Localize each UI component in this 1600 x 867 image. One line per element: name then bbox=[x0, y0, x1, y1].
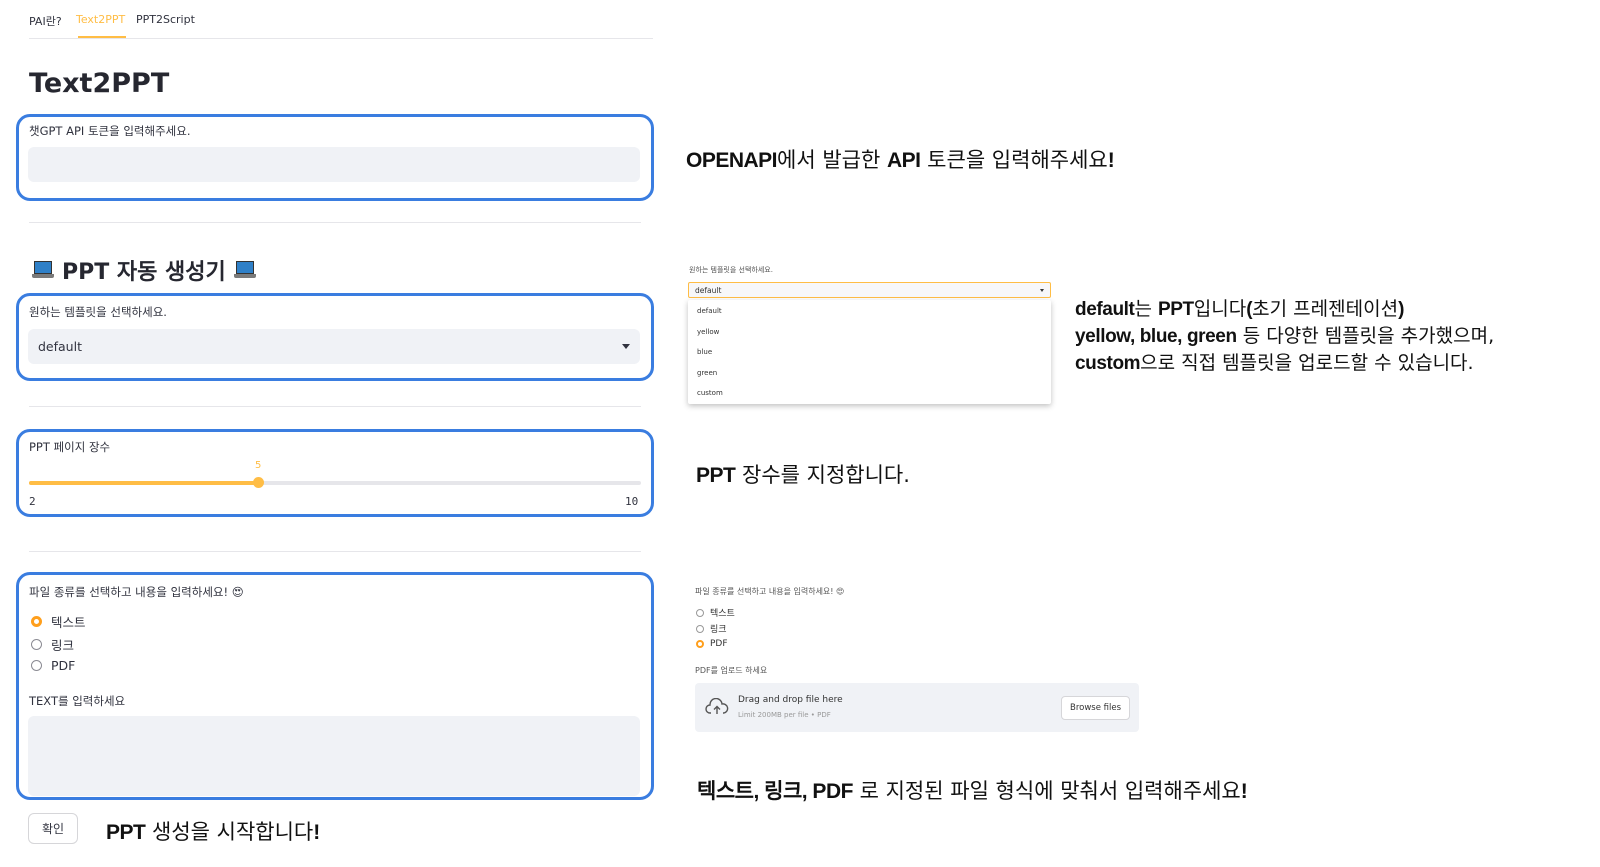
chevron-down-icon bbox=[1040, 288, 1044, 292]
preview-radio-option: PDF bbox=[696, 639, 728, 649]
preview-radio-option: 링크 bbox=[696, 622, 727, 635]
preview-drop-text: Drag and drop file here bbox=[738, 695, 843, 705]
preview-option: green bbox=[697, 369, 718, 377]
file-type-label: 파일 종류를 선택하고 내용을 입력하세요! 😍 bbox=[29, 585, 244, 599]
radio-option-pdf[interactable]: PDF bbox=[31, 658, 75, 673]
chevron-down-icon bbox=[622, 344, 630, 349]
preview-radio-option: 텍스트 bbox=[696, 606, 735, 619]
template-select-highlight: 원하는 템플릿을 선택하세요. default bbox=[16, 293, 654, 381]
subheader-text: PPT 자동 생성기 bbox=[62, 260, 226, 285]
template-selected-value: default bbox=[38, 339, 82, 354]
slider-max: 10 bbox=[625, 495, 639, 508]
radio-unselected-icon bbox=[696, 608, 704, 617]
page-title: Text2PPT bbox=[29, 68, 170, 99]
api-token-input[interactable] bbox=[28, 147, 640, 182]
submit-annotation: PPT 생성을 시작합니다! bbox=[106, 820, 320, 844]
radio-unselected-icon bbox=[31, 639, 42, 650]
radio-label: 링크 bbox=[51, 638, 75, 653]
token-annotation: OPENAPI에서 발급한 API 토큰을 입력해주세요! bbox=[686, 148, 1115, 172]
preview-limit-text: Limit 200MB per file • PDF bbox=[738, 711, 831, 719]
template-label: 원하는 템플릿을 선택하세요. bbox=[29, 305, 167, 319]
preview-dropdown-menu: default yellow blue green custom bbox=[688, 300, 1051, 404]
template-annotation: default는 PPT입니다(초기 프레젠테이션) yellow, blue,… bbox=[1075, 298, 1495, 374]
slider-handle[interactable] bbox=[253, 477, 264, 488]
pages-slider-highlight: PPT 페이지 장수 5 2 10 bbox=[16, 429, 654, 517]
tab-ppt2script[interactable]: PPT2Script bbox=[136, 13, 195, 26]
tab-pai[interactable]: PAI란? bbox=[29, 13, 62, 29]
cloud-upload-icon bbox=[705, 698, 729, 714]
api-token-highlight: 챗GPT API 토큰을 입력해주세요. bbox=[16, 114, 654, 201]
slider-value: 5 bbox=[255, 460, 262, 471]
pages-annotation: PPT 장수를 지정합니다. bbox=[696, 463, 910, 487]
radio-label: PDF bbox=[51, 658, 76, 673]
preview-upload-label: PDF를 업로드 하세요 bbox=[695, 666, 768, 675]
radio-selected-icon bbox=[31, 616, 42, 627]
divider bbox=[29, 222, 641, 223]
preview-option: yellow bbox=[697, 328, 720, 336]
radio-option-link[interactable]: 링크 bbox=[31, 635, 74, 654]
preview-file-type-label: 파일 종류를 선택하고 내용을 입력하세요! 😍 bbox=[695, 587, 845, 596]
slider-fill bbox=[29, 481, 259, 485]
divider bbox=[29, 551, 641, 552]
section-subheader: PPT 자동 생성기 bbox=[32, 254, 256, 286]
divider bbox=[29, 406, 641, 407]
radio-selected-icon bbox=[696, 640, 704, 648]
radio-unselected-icon bbox=[31, 660, 42, 671]
active-tab-indicator bbox=[78, 36, 126, 38]
slider-min: 2 bbox=[29, 495, 36, 508]
file-type-highlight: 파일 종류를 선택하고 내용을 입력하세요! 😍 텍스트 링크 PDF TEXT… bbox=[16, 572, 654, 800]
pages-label: PPT 페이지 장수 bbox=[29, 440, 111, 454]
tab-text2ppt[interactable]: Text2PPT bbox=[76, 13, 125, 26]
radio-label: 텍스트 bbox=[51, 615, 86, 630]
submit-button[interactable]: 확인 bbox=[28, 813, 78, 844]
preview-file-uploader: Drag and drop file here Limit 200MB per … bbox=[695, 683, 1139, 732]
radio-option-text[interactable]: 텍스트 bbox=[31, 612, 86, 631]
template-select[interactable]: default bbox=[28, 329, 640, 364]
preview-option: default bbox=[697, 307, 722, 315]
laptop-icon bbox=[233, 261, 256, 279]
api-token-label: 챗GPT API 토큰을 입력해주세요. bbox=[29, 124, 191, 138]
preview-browse-button: Browse files bbox=[1061, 696, 1130, 720]
preview-template-label: 원하는 템플릿을 선택하세요. bbox=[689, 266, 773, 274]
text-input-label: TEXT를 입력하세요 bbox=[29, 694, 126, 708]
radio-unselected-icon bbox=[696, 624, 704, 633]
laptop-icon bbox=[32, 261, 54, 279]
content-textarea[interactable] bbox=[28, 716, 640, 796]
file-type-annotation: 텍스트, 링크, PDF 로 지정된 파일 형식에 맞춰서 입력해주세요! bbox=[697, 779, 1248, 803]
preview-template-select: default bbox=[688, 282, 1051, 298]
tab-bar: PAI란? Text2PPT PPT2Script bbox=[29, 10, 653, 39]
preview-option: blue bbox=[697, 348, 713, 356]
preview-option: custom bbox=[697, 389, 723, 397]
